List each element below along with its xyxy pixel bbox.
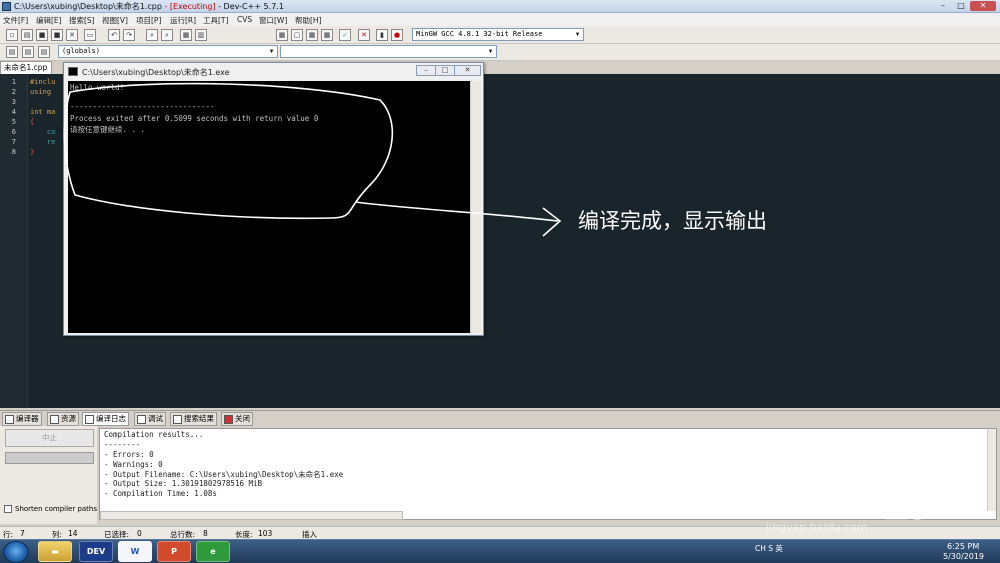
tab-label: 资源	[61, 414, 76, 423]
devcpp-task-icon[interactable]: DEV	[79, 541, 113, 562]
log-line: --------	[104, 440, 141, 449]
start-button[interactable]	[3, 541, 29, 563]
browser-icon[interactable]: e	[196, 541, 230, 562]
bottom-panel-tabs: 编译器 资源 编译日志 调试 搜索结果 关闭	[0, 410, 1000, 426]
explorer-icon[interactable]: ▬	[38, 541, 72, 562]
checkbox-label: Shorten compiler paths	[15, 505, 98, 513]
tab-label: 调试	[148, 414, 163, 423]
clock-date[interactable]: 5/30/2019	[943, 552, 984, 561]
tab-search-results[interactable]: 搜索结果	[170, 412, 217, 426]
tab-label: 关闭	[235, 414, 250, 423]
word-icon[interactable]: W	[118, 541, 152, 562]
resources-icon	[50, 415, 59, 424]
status-lines: 8	[203, 529, 208, 538]
tab-resources[interactable]: 资源	[47, 412, 79, 426]
check-icon	[137, 415, 146, 424]
log-horizontal-scrollbar[interactable]	[100, 511, 403, 520]
status-col: 14	[68, 529, 78, 538]
annotation-text: 编译完成，显示输出	[578, 209, 767, 233]
status-sel: 0	[137, 529, 142, 538]
log-line: - Output Size: 1.30191802978516 MiB	[104, 479, 263, 488]
clock-time[interactable]: 6:25 PM	[947, 542, 979, 551]
compile-control-panel: 中止 Shorten compiler paths	[0, 426, 97, 524]
tab-compiler[interactable]: 编译器	[2, 412, 42, 426]
tab-close[interactable]: 关闭	[221, 412, 253, 426]
powerpoint-icon[interactable]: P	[157, 541, 191, 562]
annotation-arrow-head	[542, 207, 562, 237]
shorten-paths-checkbox[interactable]: Shorten compiler paths	[4, 505, 97, 513]
system-tray[interactable]: CH S 英	[755, 543, 783, 554]
tab-debug[interactable]: 调试	[134, 412, 166, 426]
tab-label: 编译器	[16, 414, 39, 423]
tab-label: 搜索结果	[184, 414, 214, 423]
annotation-arrow-line	[354, 201, 559, 222]
abort-compilation-button[interactable]: 中止	[5, 429, 94, 447]
tab-compile-log[interactable]: 编译日志	[82, 412, 129, 426]
baidu-watermark-url: jingyan.baidu.com	[766, 521, 868, 534]
tab-label: 编译日志	[96, 414, 126, 423]
log-line: - Compilation Time: 1.08s	[104, 489, 217, 498]
log-vertical-scrollbar[interactable]	[987, 429, 996, 511]
log-line: - Warnings: 0	[104, 460, 163, 469]
log-line: - Errors: 0	[104, 450, 154, 459]
taskbar: ▬ DEV W P e CH S 英 6:25 PM 5/30/2019	[0, 539, 1000, 563]
log-line: Compilation results...	[104, 430, 204, 439]
status-row: 7	[20, 529, 25, 538]
close-icon	[224, 415, 233, 424]
compiler-icon	[5, 415, 14, 424]
search-icon	[173, 415, 182, 424]
annotation-circle	[63, 82, 394, 220]
baidu-watermark-logo: Baidu经验	[760, 486, 945, 526]
status-len: 103	[258, 529, 273, 538]
chart-icon	[85, 415, 94, 424]
checkbox-box[interactable]	[4, 505, 12, 513]
compile-progress-bar	[5, 452, 94, 464]
